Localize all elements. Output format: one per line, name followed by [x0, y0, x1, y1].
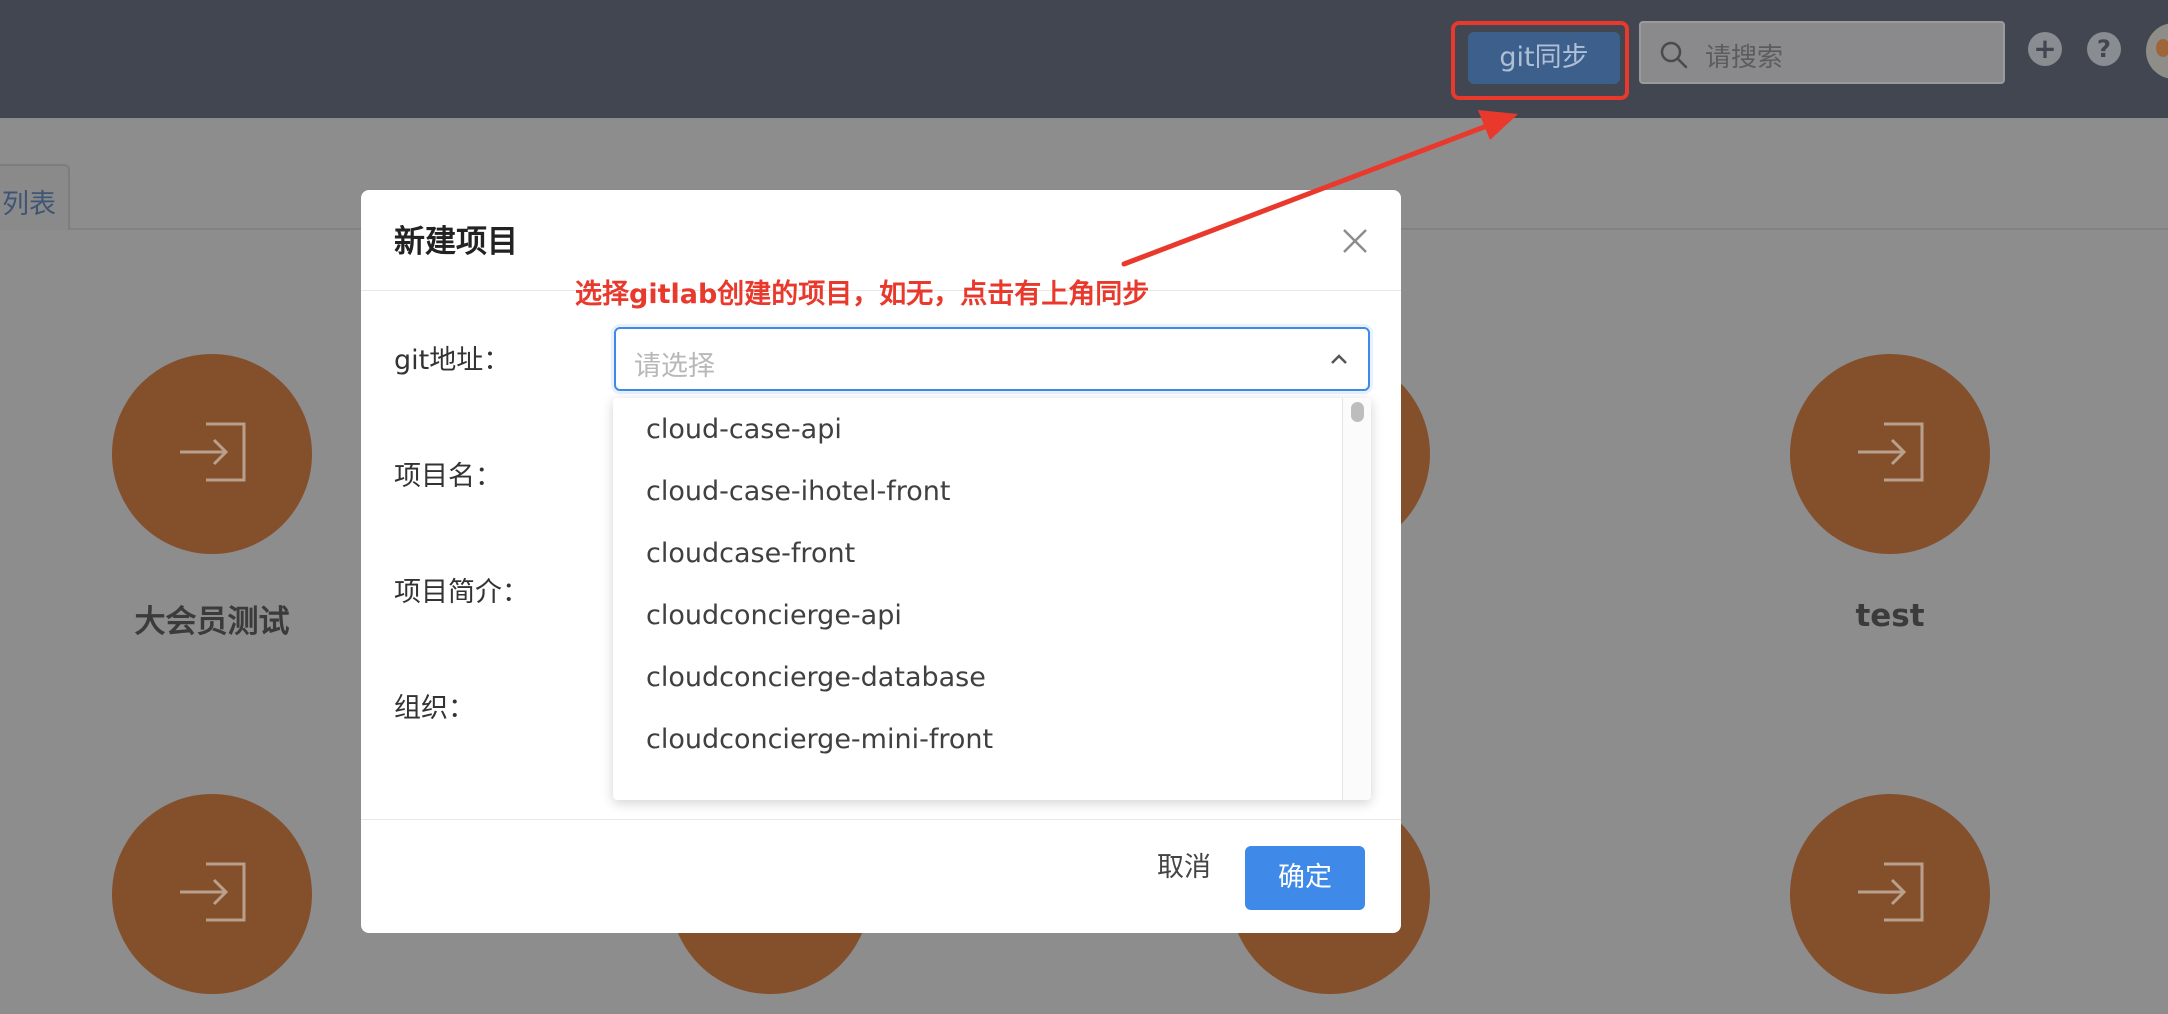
tab-label: 列表	[2, 189, 56, 220]
top-header: git同步 请搜索 + ?	[0, 0, 2168, 118]
dropdown-option[interactable]: cloud-case-ihotel-front	[646, 476, 950, 507]
login-arrow-icon	[180, 862, 246, 922]
annotation-text: 选择gitlab创建的项目，如无，点击有上角同步	[575, 279, 1150, 310]
dropdown-option[interactable]: cloudconcierge-api	[646, 600, 902, 631]
dropdown-option[interactable]: cloudconcierge-mini-front	[646, 724, 993, 755]
login-arrow-icon	[1858, 422, 1924, 482]
project-card-icon[interactable]	[112, 354, 312, 554]
search-icon	[1660, 41, 1688, 69]
plus-circle-icon[interactable]: +	[2028, 32, 2062, 66]
tab-list[interactable]: 列表	[0, 164, 70, 230]
project-card-title[interactable]: 大会员测试	[62, 596, 362, 641]
project-name-label: 项目名：	[394, 461, 502, 492]
project-card-icon[interactable]	[112, 794, 312, 994]
confirm-button[interactable]: 确定	[1245, 846, 1365, 910]
search-placeholder: 请搜索	[1705, 43, 1784, 73]
divider	[361, 819, 1401, 820]
project-desc-label: 项目简介：	[394, 577, 529, 608]
dropdown-option[interactable]: cloud-case-api	[646, 414, 842, 445]
avatar[interactable]	[2146, 23, 2168, 79]
scrollbar-thumb[interactable]	[1351, 402, 1364, 422]
git-address-dropdown: cloud-case-api cloud-case-ihotel-front c…	[613, 398, 1371, 800]
login-arrow-icon	[1858, 862, 1924, 922]
login-arrow-icon	[180, 422, 246, 482]
project-card-icon[interactable]	[1790, 354, 1990, 554]
organization-label: 组织：	[394, 693, 475, 724]
project-card-icon[interactable]	[1790, 794, 1990, 994]
question-circle-icon[interactable]: ?	[2087, 32, 2121, 66]
select-placeholder: 请选择	[634, 351, 715, 382]
cancel-button[interactable]: 取消	[1134, 846, 1234, 890]
annotation-highlight-box	[1451, 21, 1629, 100]
project-card-title[interactable]: test	[1740, 598, 2040, 634]
dialog-title: 新建项目	[394, 224, 518, 260]
close-icon[interactable]	[1339, 225, 1371, 257]
search-input[interactable]: 请搜索	[1639, 21, 2005, 84]
dropdown-option[interactable]: cloudconcierge-database	[646, 662, 986, 693]
dropdown-scrollbar[interactable]	[1342, 398, 1371, 800]
chevron-up-icon	[1331, 354, 1347, 364]
git-address-label: git地址：	[394, 345, 511, 376]
git-address-select[interactable]: 请选择	[614, 327, 1370, 391]
dropdown-option[interactable]: cloudcase-front	[646, 538, 855, 569]
